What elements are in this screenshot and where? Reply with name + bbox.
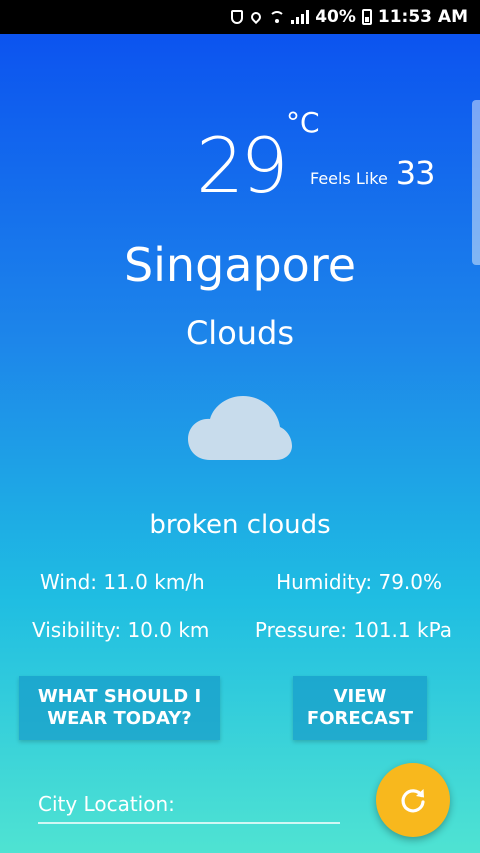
shield-icon bbox=[231, 10, 244, 24]
view-forecast-label-line1: VIEW bbox=[333, 686, 387, 707]
weather-condition: Clouds bbox=[185, 314, 295, 352]
feels-like-value: 33 bbox=[395, 154, 436, 192]
status-bar: 40% 11:53 AM bbox=[0, 0, 480, 34]
wind-stat: Wind: 11.0 km/h bbox=[40, 570, 205, 594]
signal-icon bbox=[291, 10, 310, 24]
city-location-input[interactable] bbox=[38, 792, 340, 816]
battery-icon bbox=[361, 9, 372, 25]
what-to-wear-button[interactable]: WHAT SHOULD I WEAR TODAY? bbox=[19, 676, 220, 740]
city-name: Singapore bbox=[123, 238, 357, 292]
refresh-icon bbox=[401, 789, 425, 813]
refresh-button[interactable] bbox=[376, 763, 450, 837]
battery-percent: 40% bbox=[315, 7, 356, 27]
temperature-value: 29 bbox=[196, 121, 289, 210]
pressure-stat: Pressure: 101.1 kPa bbox=[254, 618, 452, 642]
visibility-stat: Visibility: 10.0 km bbox=[32, 618, 210, 642]
what-to-wear-label-line2: WEAR TODAY? bbox=[47, 708, 192, 729]
temperature-unit: °C bbox=[286, 106, 320, 139]
wifi-icon bbox=[269, 11, 286, 23]
cloud-icon bbox=[188, 396, 292, 460]
view-forecast-label-line2: FORECAST bbox=[306, 708, 414, 729]
what-to-wear-label-line1: WHAT SHOULD I bbox=[37, 686, 202, 707]
location-icon bbox=[249, 9, 264, 25]
humidity-stat: Humidity: 79.0% bbox=[276, 570, 442, 594]
weather-description: broken clouds bbox=[149, 510, 331, 540]
feels-like-label: Feels Like bbox=[310, 169, 388, 188]
status-time: 11:53 AM bbox=[377, 7, 468, 27]
feels-like: Feels Like 33 bbox=[310, 154, 435, 192]
city-location-field bbox=[38, 792, 340, 824]
view-forecast-button[interactable]: VIEW FORECAST bbox=[293, 676, 427, 740]
